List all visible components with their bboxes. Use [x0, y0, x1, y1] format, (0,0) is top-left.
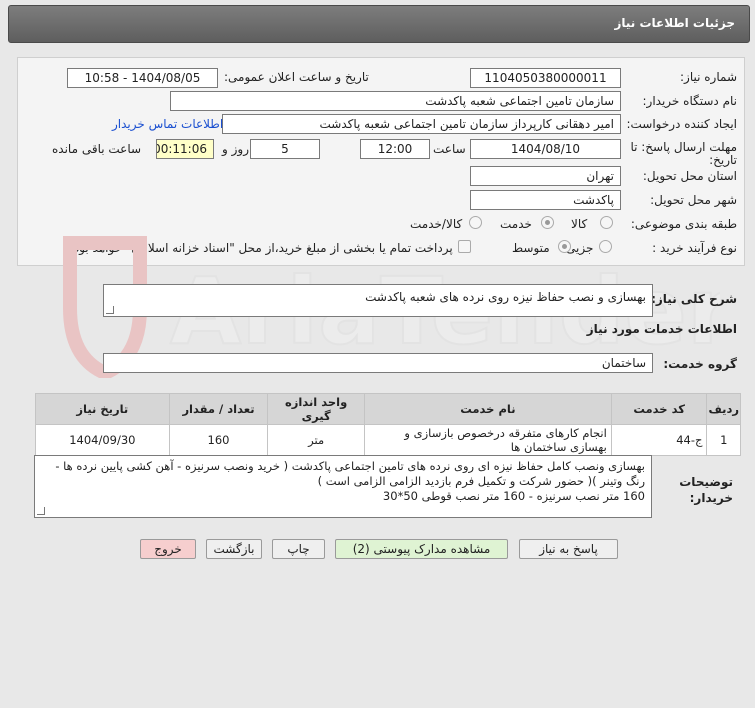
notes-resize-handle-icon[interactable] [37, 507, 45, 515]
col-unit: واحد اندازه گیری [267, 393, 365, 425]
buyer-notes-line2: رنگ وتینر )( حضور شرکت و تکمیل فرم بازدی… [317, 474, 645, 488]
days-label: روز و [222, 142, 249, 156]
cell-qty: 160 [168, 424, 269, 456]
buyer-notes-field: بهسازی ونصب کامل حفاظ نیزه ای روی نرده ه… [34, 455, 652, 518]
attachments-button[interactable]: مشاهده مدارک پیوستی (2) [335, 539, 508, 559]
contact-buyer-link[interactable]: اطلاعات تماس خریدار [112, 117, 223, 131]
resize-handle-icon[interactable] [106, 306, 114, 314]
buyer-notes-label-line1: توضیحات [679, 475, 733, 489]
title-bar: جزئیات اطلاعات نیاز [8, 5, 750, 43]
back-button[interactable]: بازگشت [206, 539, 262, 559]
city-label: شهر محل تحویل: [650, 193, 737, 207]
page-title: جزئیات اطلاعات نیاز [614, 16, 735, 30]
buyer-notes-label-line2: خریدار: [689, 491, 733, 505]
print-button[interactable]: چاپ [272, 539, 325, 559]
buyer-notes-line1: بهسازی ونصب کامل حفاظ نیزه ای روی نرده ه… [55, 459, 645, 473]
process-radio-minor[interactable] [599, 240, 612, 253]
reply-button[interactable]: پاسخ به نیاز [519, 539, 618, 559]
col-date: تاریخ نیاز [35, 393, 170, 425]
category-option-service: خدمت [500, 217, 532, 231]
process-label: نوع فرآیند خرید : [652, 241, 737, 255]
announce-label: تاریخ و ساعت اعلان عمومی: [224, 70, 369, 84]
process-option-medium: متوسط [512, 241, 550, 255]
deadline-label-line2: تاریخ: [709, 153, 737, 167]
days-field: 5 [250, 139, 320, 159]
province-label: استان محل تحویل: [642, 169, 737, 183]
deadline-time-field: 12:00 [360, 139, 430, 159]
services-section-title: اطلاعات خدمات مورد نیاز [586, 322, 737, 336]
buyer-notes-line3: 160 متر نصب سرنیزه - 160 متر نصب قوطی 50… [382, 489, 645, 503]
buyer-field: سازمان تامین اجتماعی شعبه پاکدشت [170, 91, 621, 111]
category-label: طبقه بندی موضوعی: [630, 217, 737, 231]
time-label: ساعت [433, 142, 466, 156]
cell-name: انجام کارهای متفرقه درخصوص بازسازی و بهس… [363, 424, 612, 456]
cell-row: 1 [706, 424, 741, 456]
services-table-header: ردیف کد خدمت نام خدمت واحد اندازه گیری ت… [35, 393, 741, 425]
remaining-time-field: 00:11:06 [156, 139, 214, 159]
need-number-field: 1104050380000011 [470, 68, 621, 88]
process-radio-medium[interactable] [558, 240, 571, 253]
col-qty: تعداد / مقدار [168, 393, 269, 425]
cell-unit: متر [267, 424, 365, 456]
description-field: بهسازی و نصب حفاظ نیزه روی نرده های شعبه… [103, 284, 653, 317]
creator-label: ایجاد کننده درخواست: [626, 117, 737, 131]
service-group-field: ساختمان [103, 353, 653, 373]
treasury-checkbox[interactable] [458, 240, 471, 253]
service-group-label: گروه خدمت: [663, 357, 737, 371]
buyer-label: نام دستگاه خریدار: [642, 94, 738, 108]
payment-note: پرداخت تمام یا بخشی از مبلغ خرید،از محل … [70, 241, 453, 255]
category-option-goods: کالا [571, 217, 588, 231]
deadline-label-line1: مهلت ارسال پاسخ: تا [630, 140, 737, 154]
col-name: نام خدمت [363, 393, 612, 425]
table-row: 1 ج-44 انجام کارهای متفرقه درخصوص بازساز… [35, 424, 741, 456]
creator-field: امیر دهقانی کارپرداز سازمان تامین اجتماع… [222, 114, 621, 134]
category-radio-service[interactable] [541, 216, 554, 229]
remaining-label: ساعت باقی مانده [52, 142, 142, 156]
cell-date: 1404/09/30 [35, 424, 170, 456]
info-panel [17, 57, 745, 266]
province-field: تهران [470, 166, 621, 186]
deadline-date-field: 1404/08/10 [470, 139, 621, 159]
category-radio-goods[interactable] [600, 216, 613, 229]
col-code: کد خدمت [610, 393, 708, 425]
category-radio-goods-service[interactable] [469, 216, 482, 229]
col-row: ردیف [706, 393, 741, 425]
announce-field: 1404/08/05 - 10:58 [67, 68, 218, 88]
description-label: شرح کلی نیاز: [651, 292, 737, 306]
services-table: ردیف کد خدمت نام خدمت واحد اندازه گیری ت… [35, 393, 741, 456]
cell-code: ج-44 [610, 424, 708, 456]
city-field: پاکدشت [470, 190, 621, 210]
need-number-label: شماره نیاز: [680, 70, 737, 84]
category-option-goods-service: کالا/خدمت [410, 217, 463, 231]
exit-button[interactable]: خروج [140, 539, 196, 559]
